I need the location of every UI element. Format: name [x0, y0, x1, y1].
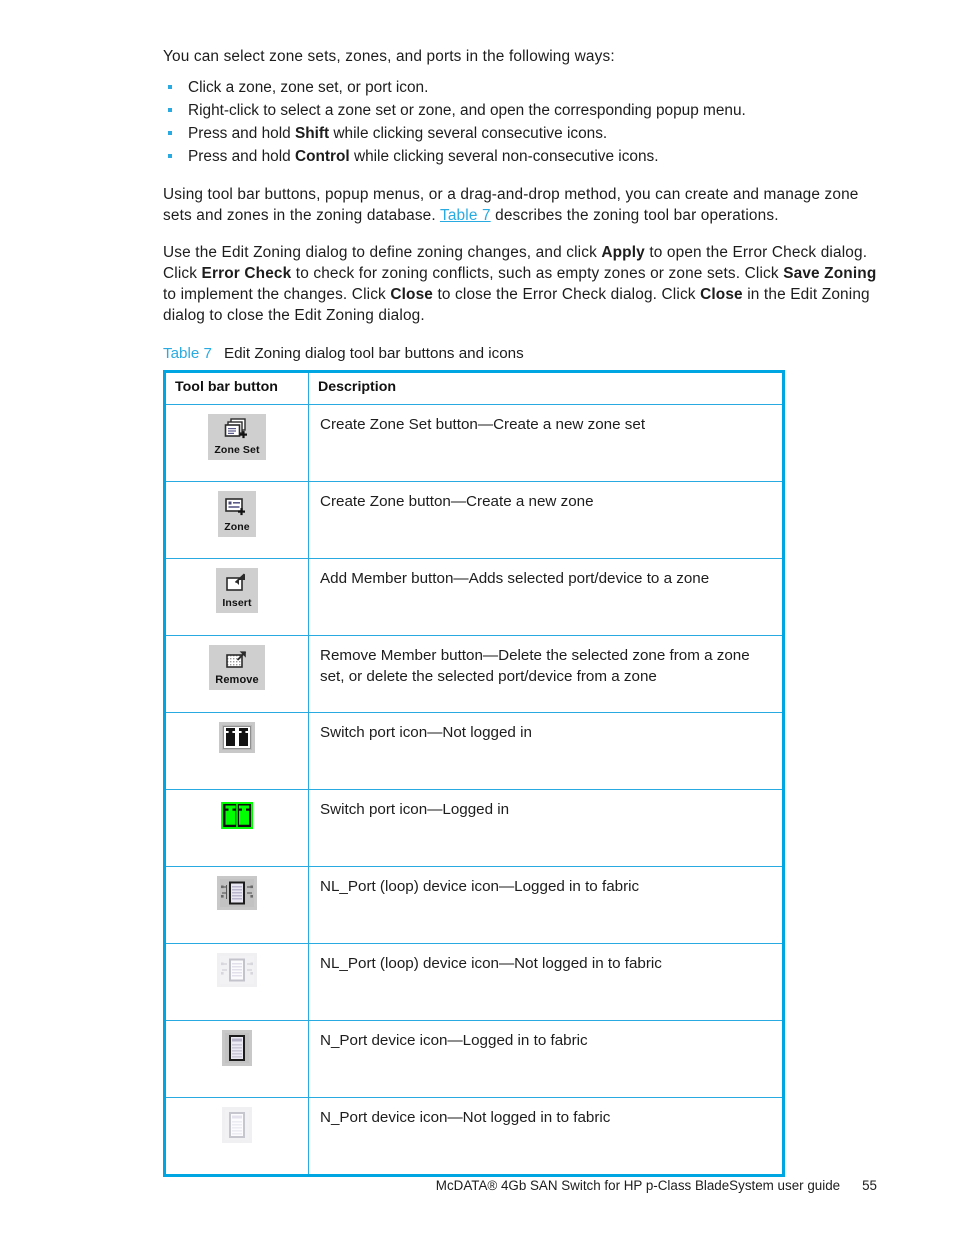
- save-zoning-button-reference: Save Zoning: [783, 265, 877, 282]
- description-cell: Create Zone button—Create a new zone: [308, 481, 785, 559]
- bullet-text: Press and hold: [188, 125, 295, 142]
- table-row: Zone Set Create Zone Set button—Create a…: [163, 404, 785, 482]
- table-row: Switch port icon—Logged in: [163, 789, 785, 867]
- close-button-reference-1: Close: [390, 286, 434, 303]
- bullet-icon: [168, 154, 172, 158]
- apply-button-reference: Apply: [601, 244, 645, 261]
- sentence-4: to implement the changes. Click: [163, 286, 391, 303]
- page-number: 55: [862, 1178, 877, 1193]
- table-row: Insert Add Member button—Adds selected p…: [163, 558, 785, 636]
- list-item: Press and hold Control while clicking se…: [163, 145, 877, 168]
- n-port-device-logged-in-icon[interactable]: [222, 1030, 252, 1066]
- nl-port-loop-device-logged-in-icon[interactable]: [217, 876, 257, 910]
- description-cell: Add Member button—Adds selected port/dev…: [308, 558, 785, 636]
- remove-glyph: [215, 649, 258, 672]
- table-row: Remove Remove Member button—Delete the s…: [163, 635, 785, 713]
- port-icon-cell: [163, 712, 309, 790]
- insert-button-icon[interactable]: Insert: [216, 568, 258, 613]
- insert-glyph: [222, 572, 251, 595]
- port-icon-cell: [163, 943, 309, 1021]
- description-cell: Remove Member button—Delete the selected…: [308, 635, 785, 713]
- zone-button-icon[interactable]: Zone: [218, 491, 256, 537]
- zone-glyph: [224, 495, 250, 519]
- toolbar-button-cell: Zone: [163, 481, 309, 559]
- toolbar-intro-paragraph: Using tool bar buttons, popup menus, or …: [163, 184, 877, 226]
- table-row: Zone Create Zone button—Create a new zon…: [163, 481, 785, 559]
- footer-guide-title: McDATA® 4Gb SAN Switch for HP p-Class Bl…: [435, 1178, 841, 1193]
- description-cell: N_Port device icon—Logged in to fabric: [308, 1020, 785, 1098]
- table-row: Switch port icon—Not logged in: [163, 712, 785, 790]
- switch-port-logged-in-icon[interactable]: [218, 799, 256, 832]
- table-body: Zone Set Create Zone Set button—Create a…: [163, 404, 785, 1177]
- bullet-emphasis: Shift: [294, 125, 330, 142]
- table-caption-label: Table 7: [163, 345, 212, 362]
- port-icon-cell: [163, 789, 309, 867]
- close-button-reference-2: Close: [700, 286, 743, 303]
- zone-button-label: Zone: [224, 521, 250, 533]
- description-cell: Switch port icon—Not logged in: [308, 712, 785, 790]
- document-page: You can select zone sets, zones, and por…: [0, 0, 954, 1235]
- bullet-icon: [168, 85, 172, 89]
- table-row: NL_Port (loop) device icon—Logged in to …: [163, 866, 785, 944]
- insert-button-label: Insert: [222, 597, 252, 609]
- table-row: NL_Port (loop) device icon—Not logged in…: [163, 943, 785, 1021]
- toolbar-button-cell: Insert: [163, 558, 309, 636]
- port-icon-cell: [163, 866, 309, 944]
- toolbar-buttons-table: Tool bar button Description Zone Set Cre…: [163, 370, 785, 1177]
- description-cell: Create Zone Set button—Create a new zone…: [308, 404, 785, 482]
- toolbar-button-cell: Zone Set: [163, 404, 309, 482]
- switch-port-not-logged-in-icon[interactable]: [219, 722, 255, 753]
- table-header-row: Tool bar button Description: [163, 370, 785, 405]
- zone-set-glyph: [214, 418, 259, 442]
- table-caption-text: Edit Zoning dialog tool bar buttons and …: [223, 345, 524, 362]
- nl-port-loop-device-not-logged-in-icon[interactable]: [217, 953, 257, 987]
- table-caption: Table 7 Edit Zoning dialog tool bar butto…: [163, 344, 877, 364]
- column-header-tool-bar-button: Tool bar button: [163, 370, 309, 405]
- bullet-text: Right-click to select a zone set or zone…: [188, 102, 746, 119]
- list-item: Right-click to select a zone set or zone…: [163, 99, 877, 122]
- bullet-icon: [168, 108, 172, 112]
- zone-set-button-icon[interactable]: Zone Set: [208, 414, 266, 460]
- description-cell: NL_Port (loop) device icon—Logged in to …: [308, 866, 785, 944]
- bullet-text-tail: while clicking several consecutive icons…: [329, 125, 608, 142]
- page-content: You can select zone sets, zones, and por…: [163, 46, 877, 1177]
- table-7-cross-reference-link[interactable]: Table 7: [440, 207, 491, 224]
- bullet-text: Press and hold: [188, 148, 295, 165]
- edit-zoning-paragraph: Use the Edit Zoning dialog to define zon…: [163, 242, 877, 326]
- remove-button-icon[interactable]: Remove: [209, 645, 265, 690]
- n-port-device-not-logged-in-icon[interactable]: [222, 1107, 252, 1143]
- port-icon-cell: [163, 1020, 309, 1098]
- toolbar-button-cell: Remove: [163, 635, 309, 713]
- page-footer: McDATA® 4Gb SAN Switch for HP p-Class Bl…: [0, 1178, 954, 1193]
- paragraph-part-2: describes the zoning tool bar operations…: [490, 207, 779, 224]
- sentence-1: Use the Edit Zoning dialog to define zon…: [163, 244, 602, 261]
- bullet-text: Click a zone, zone set, or port icon.: [188, 79, 429, 96]
- error-check-button-reference: Error Check: [201, 265, 292, 282]
- description-cell: NL_Port (loop) device icon—Not logged in…: [308, 943, 785, 1021]
- port-icon-cell: [163, 1097, 309, 1177]
- intro-paragraph: You can select zone sets, zones, and por…: [163, 48, 615, 65]
- column-header-description: Description: [308, 370, 785, 405]
- sentence-5: to close the Error Check dialog. Click: [433, 286, 701, 303]
- list-item: Press and hold Shift while clicking seve…: [163, 122, 877, 145]
- list-item: Click a zone, zone set, or port icon.: [163, 76, 877, 99]
- table-row: N_Port device icon—Not logged in to fabr…: [163, 1097, 785, 1177]
- bullet-text-tail: while clicking several non-consecutive i…: [349, 148, 659, 165]
- description-cell: Switch port icon—Logged in: [308, 789, 785, 867]
- zone-set-button-label: Zone Set: [214, 444, 260, 456]
- description-cell: N_Port device icon—Not logged in to fabr…: [308, 1097, 785, 1177]
- bullet-emphasis: Control: [294, 148, 350, 165]
- selection-methods-list: Click a zone, zone set, or port icon. Ri…: [163, 76, 877, 168]
- table-header: Tool bar button Description: [163, 370, 785, 405]
- sentence-3: to check for zoning conflicts, such as e…: [291, 265, 784, 282]
- bullet-icon: [168, 131, 172, 135]
- remove-button-label: Remove: [215, 674, 259, 686]
- table-row: N_Port device icon—Logged in to fabric: [163, 1020, 785, 1098]
